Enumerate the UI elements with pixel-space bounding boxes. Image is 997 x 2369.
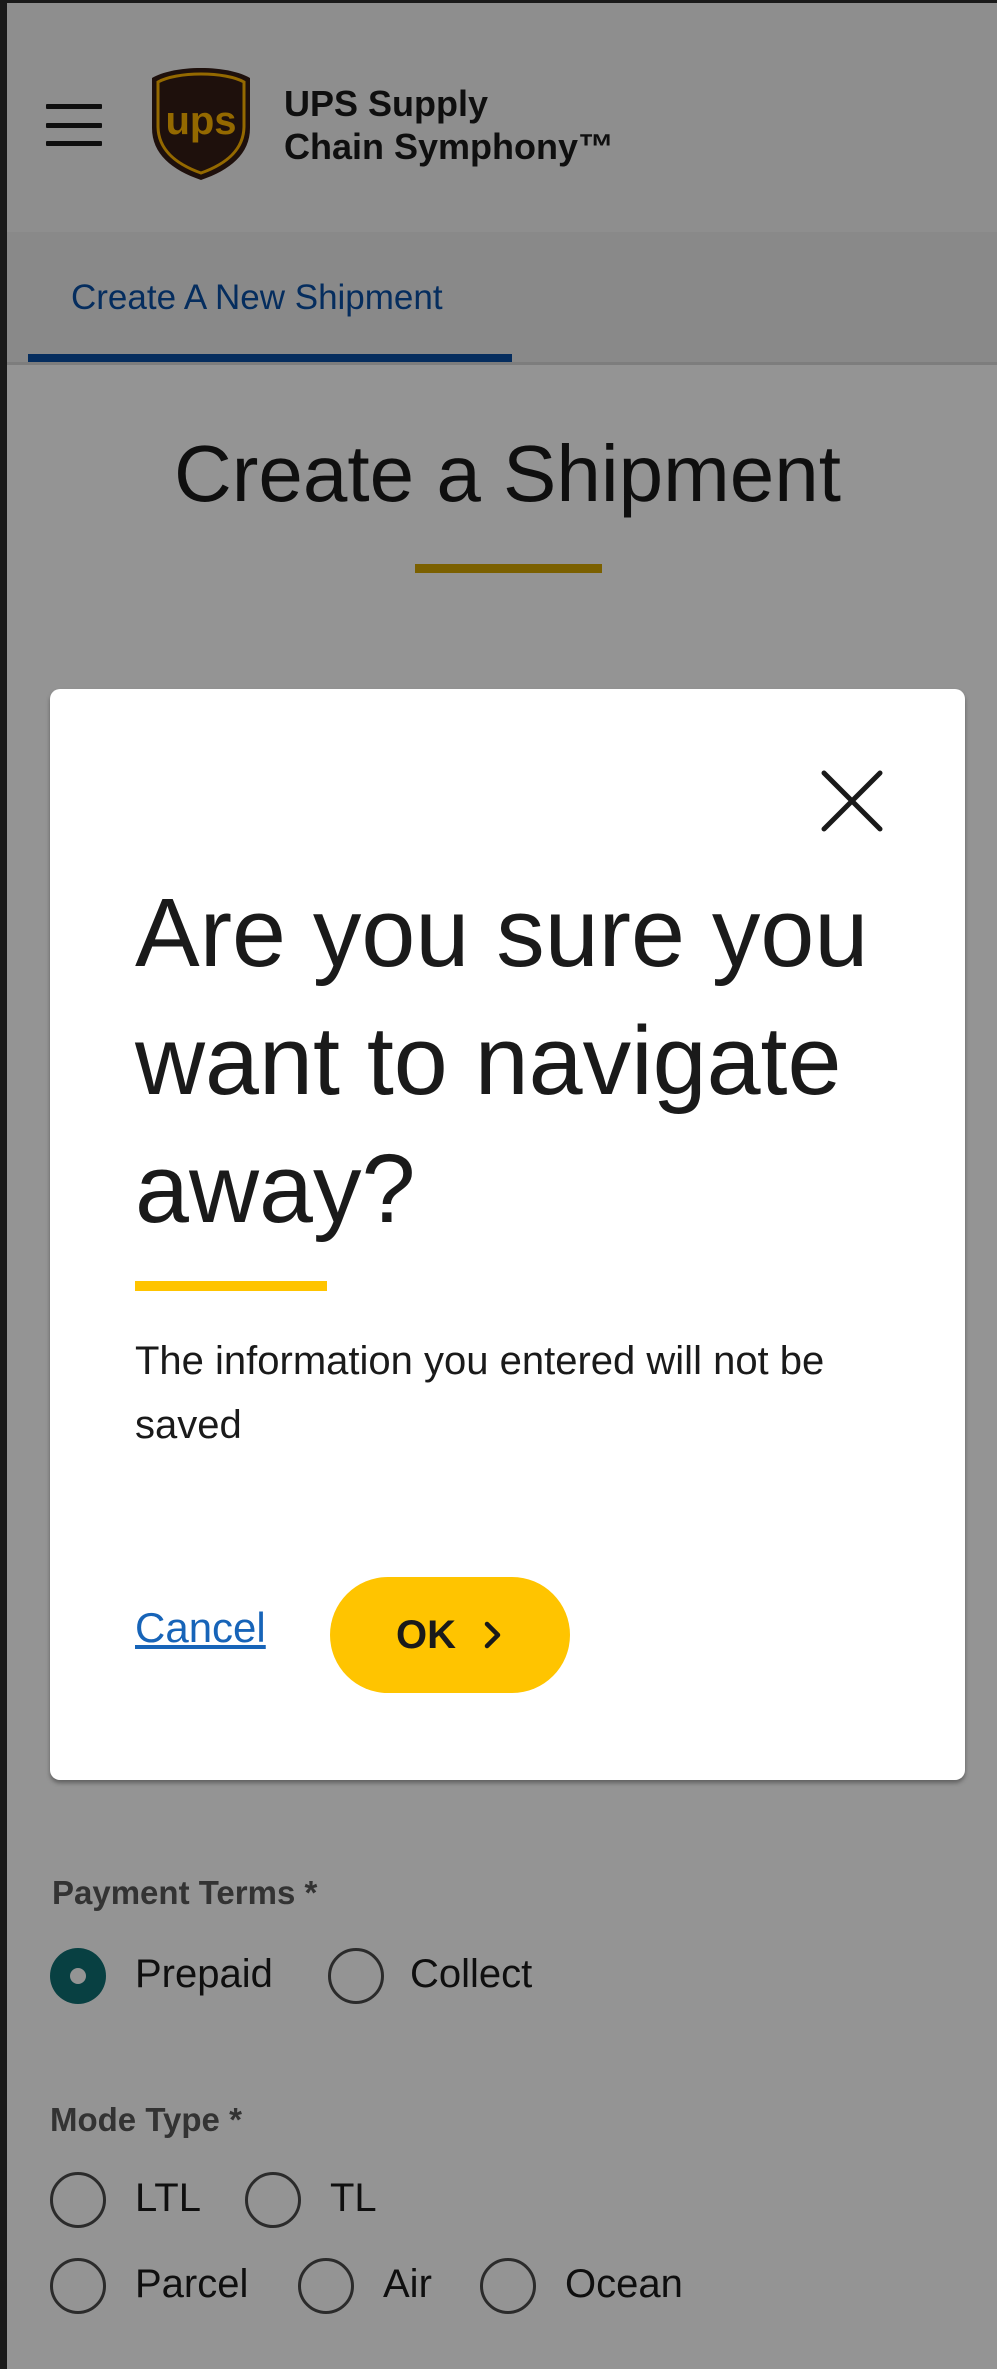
app-screen: ups UPS Supply Chain Symphony™ Create A … — [0, 0, 997, 2369]
confirm-navigation-dialog: Are you sure you want to navigate away? … — [50, 689, 965, 1780]
dialog-message: The information you entered will not be … — [135, 1339, 825, 1447]
cancel-button[interactable]: Cancel — [135, 1604, 266, 1652]
dialog-title-underline — [135, 1281, 327, 1291]
close-icon[interactable] — [820, 769, 884, 833]
ok-label: OK — [396, 1612, 456, 1657]
chevron-right-icon — [484, 1621, 501, 1649]
ok-button[interactable]: OK — [330, 1577, 570, 1693]
dialog-title: Are you sure you want to navigate away? — [135, 878, 869, 1243]
